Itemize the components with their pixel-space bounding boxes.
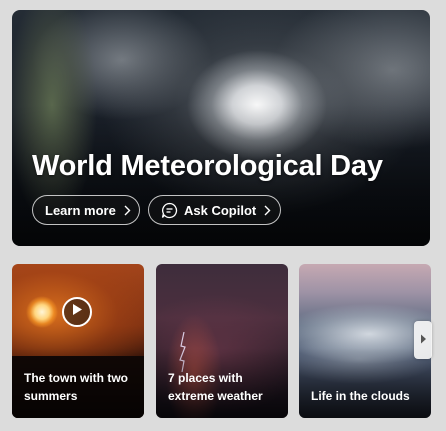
play-button[interactable] (62, 297, 92, 327)
play-icon (71, 303, 83, 321)
learn-more-button[interactable]: Learn more (32, 195, 140, 225)
chevron-right-icon (420, 331, 427, 349)
card-title: The town with two summers (24, 371, 128, 403)
learn-more-label: Learn more (45, 202, 116, 218)
chevron-right-icon (124, 205, 131, 216)
ask-copilot-label: Ask Copilot (184, 202, 257, 218)
copilot-chat-icon (161, 202, 178, 219)
ask-copilot-button[interactable]: Ask Copilot (148, 195, 281, 225)
hero-title: World Meteorological Day (32, 150, 383, 182)
carousel-next-button[interactable] (414, 321, 432, 359)
story-card-two-summers[interactable]: The town with two summers (12, 264, 144, 418)
chevron-right-icon (264, 205, 271, 216)
hero-card[interactable]: World Meteorological Day Learn more Ask … (12, 10, 430, 246)
card-title: Life in the clouds (311, 389, 410, 403)
story-card-extreme-weather[interactable]: 7 places with extreme weather (156, 264, 288, 418)
story-card-life-in-clouds[interactable]: Life in the clouds (299, 264, 431, 418)
card-overlay (299, 348, 431, 418)
card-title: 7 places with extreme weather (168, 371, 263, 403)
